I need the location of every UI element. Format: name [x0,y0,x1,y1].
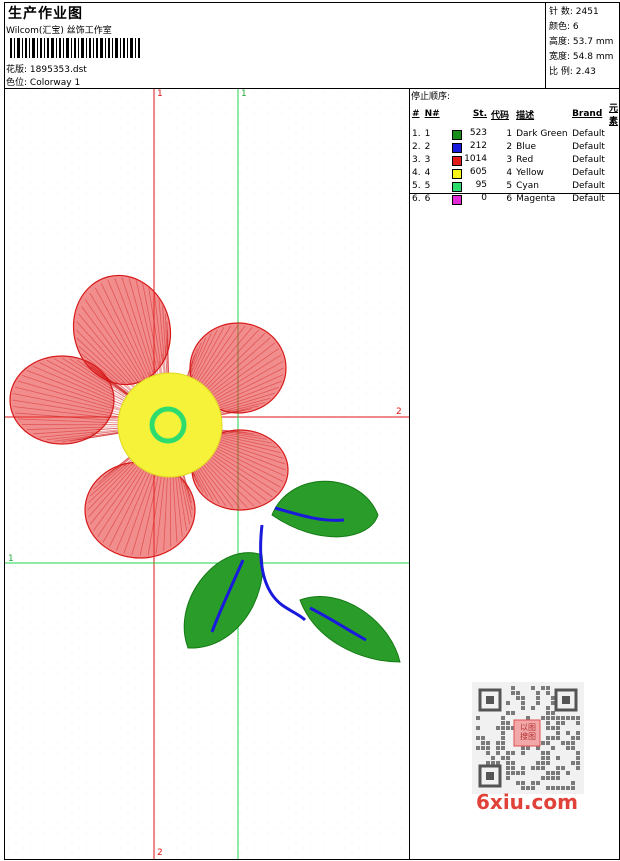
row-code: 5 [506,180,513,191]
row-swatch-stitches: 605 [450,166,489,179]
row-desc: Magenta [516,193,556,204]
row-desc: Cyan [516,180,539,191]
col-brand: Brand [572,109,603,119]
col-desc: 描述 [516,110,535,121]
row-desc: Red [516,154,534,165]
row-swatch-stitches: 523 [450,127,489,140]
color-swatch [451,155,462,166]
row-swatch-stitches: 0 [450,192,489,205]
stitch-count: 0 [481,192,488,203]
color-swatch [451,194,462,205]
col-stitches: St. [472,109,488,119]
red-axis-top-label: 1 [157,89,163,99]
color-swatch [451,129,462,140]
row-desc: Yellow [516,167,544,178]
row-brand: Default [572,128,605,139]
row-brand: Default [572,167,605,178]
barcode [10,38,140,58]
flower-yellow-center [117,372,223,478]
row-index: 4. [412,167,421,178]
stat-height: 高度: 53.7 mm [549,37,614,47]
watermark-stamp: 以图 搜图 [520,723,536,741]
color-swatch [451,168,462,179]
row-code: 1 [506,128,513,139]
row-code: 4 [506,167,513,178]
production-sheet: 生产作业图 Wilcom(汇宝) 丝饰工作室 花版: 1895353.dst 色… [0,0,620,861]
row-element [607,179,620,192]
row-number: 6 [424,193,431,204]
stat-stitches: 针 数: 2451 [549,7,599,17]
design-canvas [5,89,409,859]
table-row: 3. 3 1014 3 Red Default [410,153,620,166]
row-code: 2 [506,141,513,152]
row-index: 3. [412,154,421,165]
row-swatch-stitches: 1014 [450,153,489,166]
row-element [607,127,620,140]
row-code: 3 [506,154,513,165]
design-label: 花版: [6,65,28,75]
col-element: 元素 [608,104,618,127]
red-axis-bottom-label: 2 [157,848,163,858]
red-axis-right-label: 2 [396,407,402,417]
green-axis-top-label: 1 [241,89,247,99]
studio-name: Wilcom(汇宝) 丝饰工作室 [6,26,112,36]
petal-left [9,355,115,445]
row-element [607,153,620,166]
col-code: 代码 [491,110,510,121]
row-number: 1 [424,128,431,139]
stitch-count: 95 [475,179,488,190]
page-title: 生产作业图 [8,6,83,22]
row-code: 6 [506,193,513,204]
design-line: 花版: 1895353.dst [6,62,87,75]
row-desc: Blue [516,141,537,152]
row-number: 5 [424,180,431,191]
color-swatch [451,181,462,192]
stat-width: 宽度: 54.8 mm [549,52,614,62]
row-element [607,166,620,179]
stitch-count: 523 [469,127,488,138]
watermark-logo: 6xiu.com [476,790,578,814]
row-desc: Dark Green [516,128,568,139]
row-swatch-stitches: 212 [450,140,489,153]
colorway-label: 色位: [6,78,28,88]
row-number: 3 [424,154,431,165]
green-axis-left-label: 1 [8,554,14,564]
col-number: N# [424,109,440,119]
table-row: 1. 1 523 1 Dark Green Default [410,127,620,140]
table-row: 5. 5 95 5 Cyan Default [410,179,620,192]
stitch-count: 1014 [464,153,488,164]
row-brand: Default [572,193,605,204]
colorway-value: Colorway 1 [29,78,81,88]
table-row: 4. 4 605 4 Yellow Default [410,166,620,179]
stats-panel: 针 数: 2451 颜色: 6 高度: 53.7 mm 宽度: 54.8 mm … [549,5,613,80]
stitch-count: 605 [469,166,488,177]
row-index: 1. [412,128,421,139]
row-index: 2. [412,141,421,152]
row-brand: Default [572,180,605,191]
table-header-row: # N# St. 代码 描述 Brand 元素 [410,101,620,127]
row-index: 5. [412,180,421,191]
col-index: # [412,109,420,119]
design-value: 1895353.dst [29,65,87,75]
row-element [607,192,620,205]
row-brand: Default [572,141,605,152]
row-number: 4 [424,167,431,178]
table-row: 2. 2 212 2 Blue Default [410,140,620,153]
stitch-count: 212 [469,140,488,151]
row-brand: Default [572,154,605,165]
stop-sequence-table: # N# St. 代码 描述 Brand 元素 1. 1 523 1 Dark Gree… [410,101,620,205]
row-index: 6. [412,193,421,204]
colorway-line: 色位: Colorway 1 [6,75,80,88]
row-number: 2 [424,141,431,152]
stat-scale: 比 例: 2.43 [549,67,596,77]
row-swatch-stitches: 95 [450,179,489,192]
stat-colors: 颜色: 6 [549,22,579,32]
table-row: 6. 6 0 6 Magenta Default [410,192,620,205]
color-swatch [451,142,462,153]
row-element [607,140,620,153]
